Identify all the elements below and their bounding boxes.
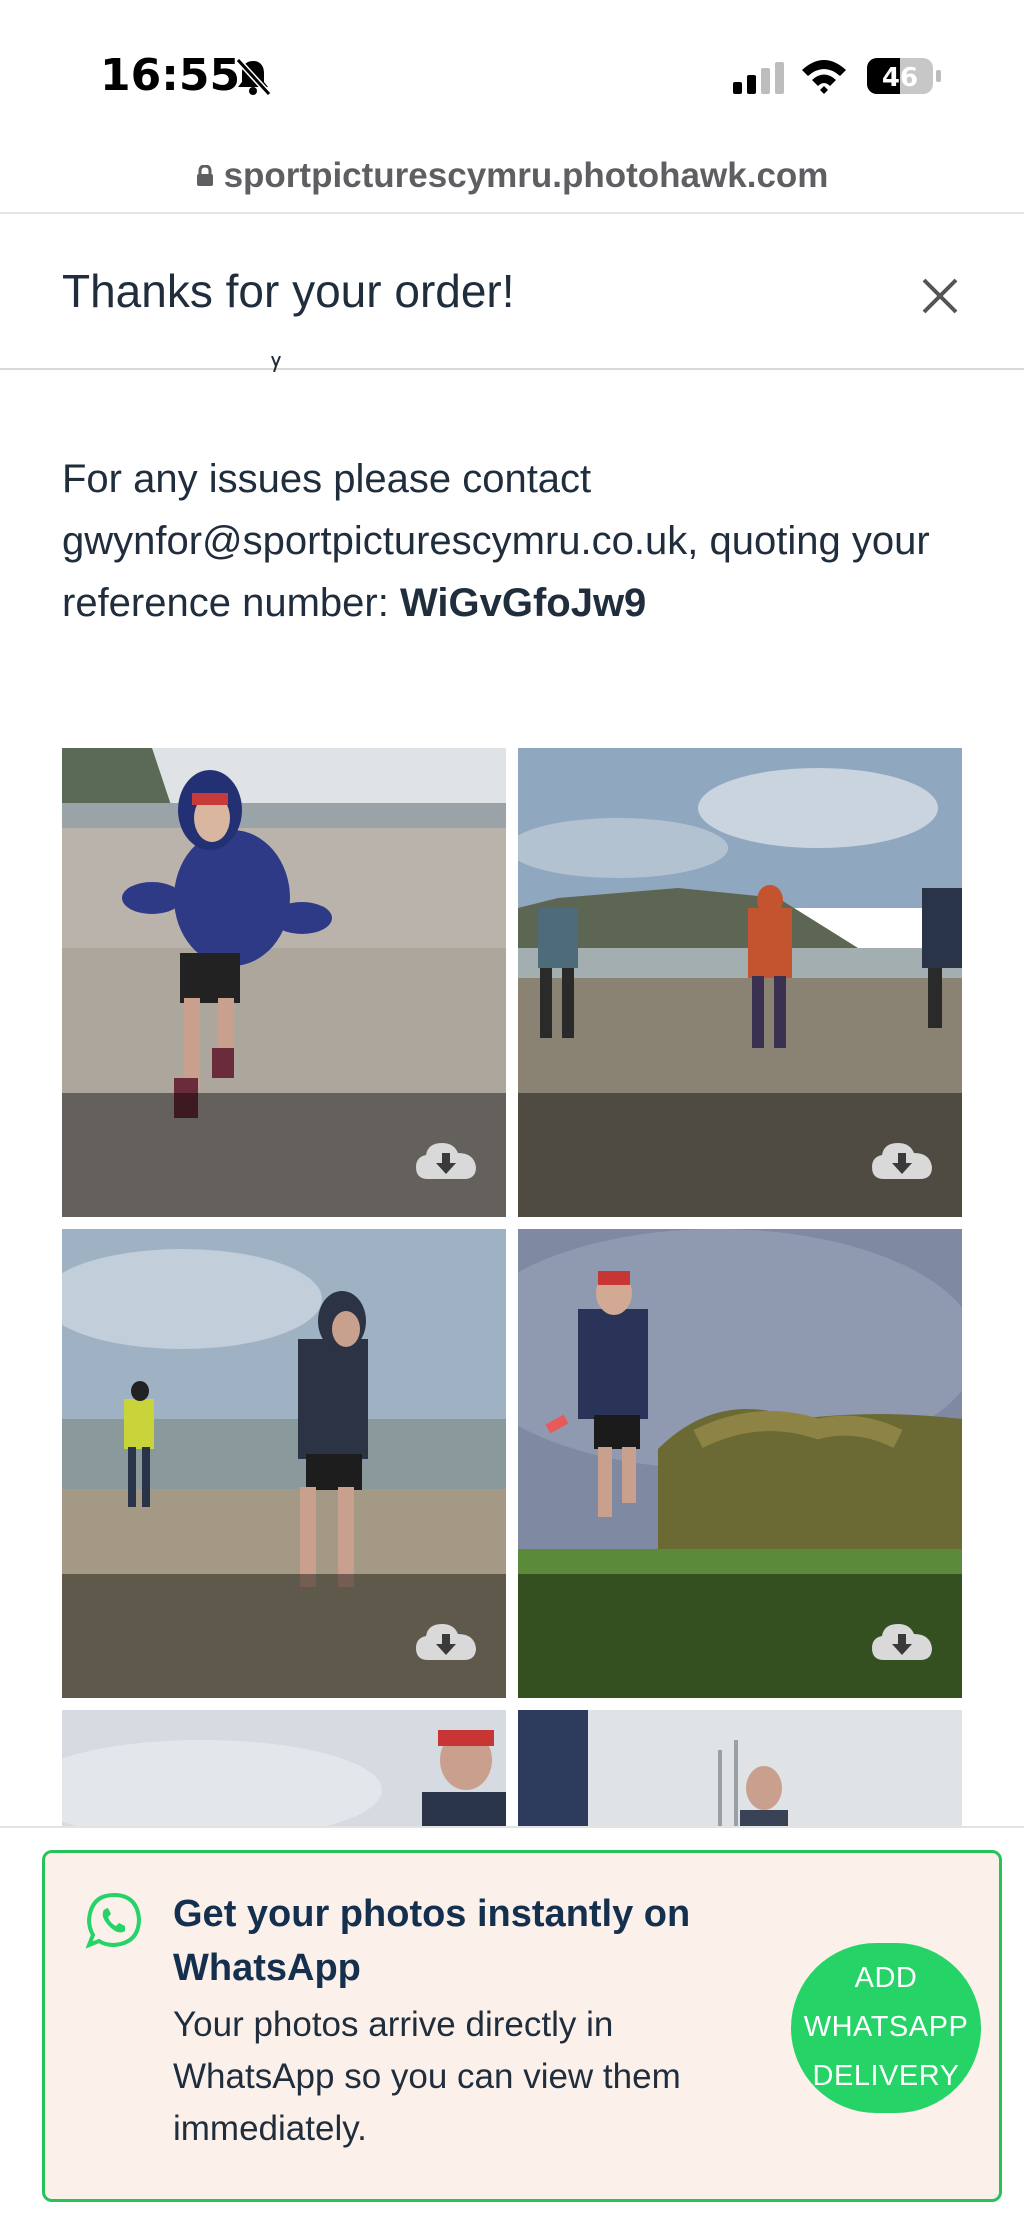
photo-thumbnail[interactable] [62,1229,506,1698]
button-label-line: WHATSAPP [803,2011,969,2043]
battery-level: 46 [882,63,918,93]
add-whatsapp-delivery-button[interactable]: ADD WHATSAPP DELIVERY [791,1943,981,2113]
wifi-icon [802,60,846,94]
status-bar: 16:55 46 sportpicturescymru.photohawk.co… [0,0,1024,195]
download-icon[interactable] [414,1620,478,1664]
download-icon[interactable] [870,1620,934,1664]
battery-icon: 46 [867,58,941,94]
bell-muted-icon [235,57,272,97]
whatsapp-icon [85,1892,142,1949]
photo-thumbnail[interactable] [518,1229,962,1698]
reference-number: WiGvGfoJw9 [399,581,647,625]
photo-thumbnail[interactable] [62,1710,506,1830]
lock-icon [196,165,213,186]
url-bar[interactable]: sportpicturescymru.photohawk.com [0,150,1024,214]
photo-thumbnail[interactable] [518,1710,962,1830]
signal-icon [733,62,784,94]
modal-title: Thanks for your order! [62,265,515,317]
download-icon[interactable] [870,1139,934,1183]
photo-thumbnail[interactable] [62,748,506,1217]
modal-header: Thanks for your order! [0,214,1024,370]
download-icon[interactable] [414,1139,478,1183]
banner-title: Get your photos instantly on WhatsApp [173,1893,691,1989]
button-label-line: ADD [854,1962,918,1994]
contact-message: For any issues please contact gwynfor@sp… [62,448,962,634]
whatsapp-banner: Get your photos instantly on WhatsApp Yo… [42,1850,1002,2202]
whatsapp-banner-container: Get your photos instantly on WhatsApp Yo… [0,1826,1024,2220]
url-text: sportpicturescymru.photohawk.com [223,156,829,195]
photo-thumbnail[interactable] [518,748,962,1217]
clipped-text-fragment [271,356,281,372]
close-icon[interactable] [916,272,964,320]
photo-image [518,1710,962,1830]
banner-description: Your photos arrive directly in WhatsApp … [173,2005,681,2148]
status-time: 16:55 [100,50,241,101]
button-label-line: DELIVERY [812,2060,960,2092]
photo-image [62,1710,506,1830]
